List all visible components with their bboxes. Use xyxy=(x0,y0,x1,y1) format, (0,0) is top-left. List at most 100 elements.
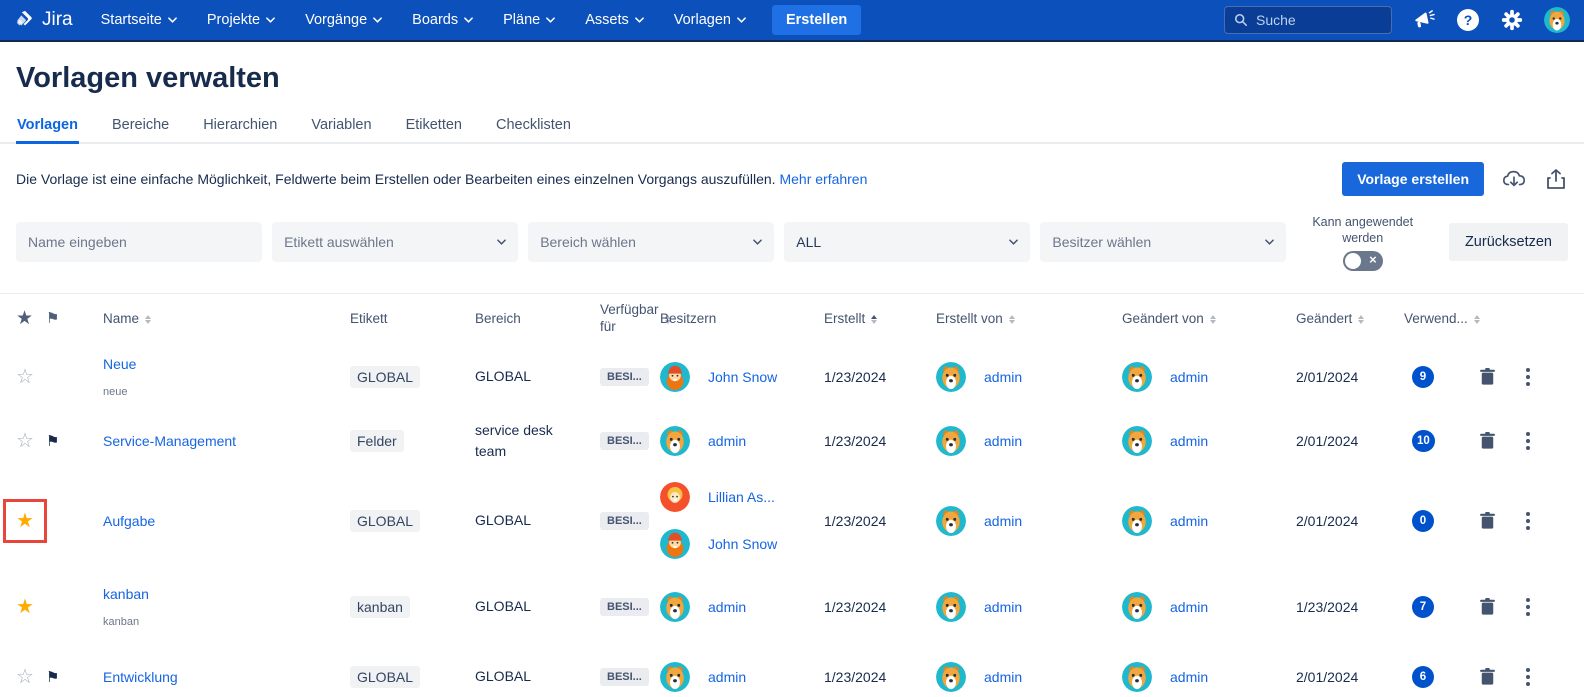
modified-by-link[interactable]: admin xyxy=(1170,433,1208,449)
row-menu-button[interactable] xyxy=(1510,368,1546,386)
delete-button[interactable] xyxy=(1464,368,1510,385)
modified-by-link[interactable]: admin xyxy=(1170,599,1208,615)
label-badge: GLOBAL xyxy=(350,366,420,388)
row-menu-button[interactable] xyxy=(1510,598,1546,616)
reset-button[interactable]: Zurücksetzen xyxy=(1449,223,1568,261)
available-badge[interactable]: BESI... xyxy=(600,668,649,686)
tab-bereiche[interactable]: Bereiche xyxy=(111,109,170,142)
created-by-link[interactable]: admin xyxy=(984,599,1022,615)
created-by-link[interactable]: admin xyxy=(984,669,1022,685)
modified-by-link[interactable]: admin xyxy=(1170,369,1208,385)
owner-avatar xyxy=(660,662,690,692)
help-icon[interactable]: ? xyxy=(1456,8,1480,32)
owner-link[interactable]: Lillian As... xyxy=(708,489,775,505)
col-created[interactable]: Erstellt xyxy=(824,311,936,328)
owner-link[interactable]: admin xyxy=(708,433,746,449)
modified-by-link[interactable]: admin xyxy=(1170,669,1208,685)
delete-button[interactable] xyxy=(1464,668,1510,685)
jira-logo[interactable]: Jira xyxy=(14,9,73,31)
col-created-by[interactable]: Erstellt von xyxy=(936,311,1122,328)
available-for-cell: BESI... xyxy=(592,511,656,530)
modified-by-cell: admin xyxy=(1122,592,1296,622)
usage-count-badge: 6 xyxy=(1412,666,1434,688)
nav-item-4[interactable]: Pläne xyxy=(503,12,555,28)
created-by-avatar xyxy=(936,506,966,536)
nav-item-3[interactable]: Boards xyxy=(412,12,473,28)
highlight-box: ★ xyxy=(3,499,47,543)
delete-button[interactable] xyxy=(1464,512,1510,529)
nav-item-1[interactable]: Projekte xyxy=(207,12,275,28)
name-filter[interactable] xyxy=(16,222,262,262)
template-name-link[interactable]: Aufgabe xyxy=(103,513,334,529)
created-by-cell: admin xyxy=(936,662,1122,692)
name-filter-input[interactable] xyxy=(28,234,250,250)
created-by-link[interactable]: admin xyxy=(984,433,1022,449)
search-box[interactable] xyxy=(1224,6,1392,34)
nav-item-2[interactable]: Vorgänge xyxy=(305,12,382,28)
available-badge[interactable]: BESI... xyxy=(600,598,649,616)
star-cell: ☆ xyxy=(16,364,46,389)
created-by-avatar xyxy=(936,662,966,692)
gear-icon[interactable] xyxy=(1500,8,1524,32)
available-badge[interactable]: BESI... xyxy=(600,368,649,386)
template-name-link[interactable]: Neue xyxy=(103,356,334,372)
created-by-link[interactable]: admin xyxy=(984,369,1022,385)
star-column-icon[interactable]: ★ xyxy=(16,307,46,331)
available-badge[interactable]: BESI... xyxy=(600,512,649,530)
star-icon[interactable]: ☆ xyxy=(16,666,34,688)
owner-link[interactable]: John Snow xyxy=(708,369,777,385)
template-name-link[interactable]: kanban xyxy=(103,586,334,602)
flag-icon[interactable]: ⚑ xyxy=(46,433,59,450)
tab-checklisten[interactable]: Checklisten xyxy=(495,109,572,142)
toggle-label: Kann angewendet werden xyxy=(1304,214,1420,247)
row-menu-button[interactable] xyxy=(1510,668,1546,686)
owner-link[interactable]: John Snow xyxy=(708,536,777,552)
search-input[interactable] xyxy=(1256,12,1376,28)
user-avatar[interactable] xyxy=(1544,7,1570,33)
star-icon[interactable]: ★ xyxy=(16,508,34,533)
tab-hierarchien[interactable]: Hierarchien xyxy=(202,109,278,142)
create-button[interactable]: Erstellen xyxy=(772,5,861,35)
owner-link[interactable]: admin xyxy=(708,599,746,615)
kebab-icon xyxy=(1526,512,1530,530)
owner-link[interactable]: admin xyxy=(708,669,746,685)
label-cell: GLOBAL xyxy=(344,666,470,688)
megaphone-icon[interactable] xyxy=(1412,8,1436,32)
delete-button[interactable] xyxy=(1464,598,1510,615)
scope-filter-select[interactable]: Bereich wählen xyxy=(528,222,774,262)
row-menu-button[interactable] xyxy=(1510,512,1546,530)
star-icon[interactable]: ☆ xyxy=(16,430,34,452)
create-template-button[interactable]: Vorlage erstellen xyxy=(1342,162,1484,196)
nav-item-0[interactable]: Startseite xyxy=(101,12,177,28)
nav-item-5[interactable]: Assets xyxy=(585,12,644,28)
flag-column-icon[interactable]: ⚑ xyxy=(46,310,92,329)
template-name-link[interactable]: Service-Management xyxy=(103,433,334,449)
col-uses[interactable]: Verwend... xyxy=(1404,311,1464,328)
name-cell: kanbankanban xyxy=(92,586,344,628)
learn-more-link[interactable]: Mehr erfahren xyxy=(779,171,867,187)
cloud-download-icon[interactable] xyxy=(1502,167,1526,191)
tab-etiketten[interactable]: Etiketten xyxy=(405,109,463,142)
tab-variablen[interactable]: Variablen xyxy=(310,109,372,142)
star-icon[interactable]: ☆ xyxy=(16,366,34,388)
flag-icon[interactable]: ⚑ xyxy=(46,669,59,686)
modified-by-link[interactable]: admin xyxy=(1170,513,1208,529)
tab-vorlagen[interactable]: Vorlagen xyxy=(16,109,79,142)
col-name[interactable]: Name xyxy=(92,311,344,328)
star-icon[interactable]: ★ xyxy=(16,596,34,618)
col-modified[interactable]: Geändert xyxy=(1296,311,1404,328)
export-icon[interactable] xyxy=(1544,167,1568,191)
available-badge[interactable]: BESI... xyxy=(600,432,649,450)
nav-item-6[interactable]: Vorlagen xyxy=(674,12,746,28)
delete-button[interactable] xyxy=(1464,432,1510,449)
owner-filter-select[interactable]: Besitzer wählen xyxy=(1040,222,1286,262)
template-name-link[interactable]: Entwicklung xyxy=(103,669,334,685)
row-menu-button[interactable] xyxy=(1510,432,1546,450)
col-available-for[interactable]: Verfügbar für xyxy=(592,302,656,336)
type-filter-select[interactable]: ALL xyxy=(784,222,1030,262)
owner-avatar xyxy=(660,362,690,392)
can-apply-toggle[interactable]: × xyxy=(1343,251,1383,271)
label-filter-select[interactable]: Etikett auswählen xyxy=(272,222,518,262)
created-by-link[interactable]: admin xyxy=(984,513,1022,529)
col-modified-by[interactable]: Geändert von xyxy=(1122,311,1296,328)
